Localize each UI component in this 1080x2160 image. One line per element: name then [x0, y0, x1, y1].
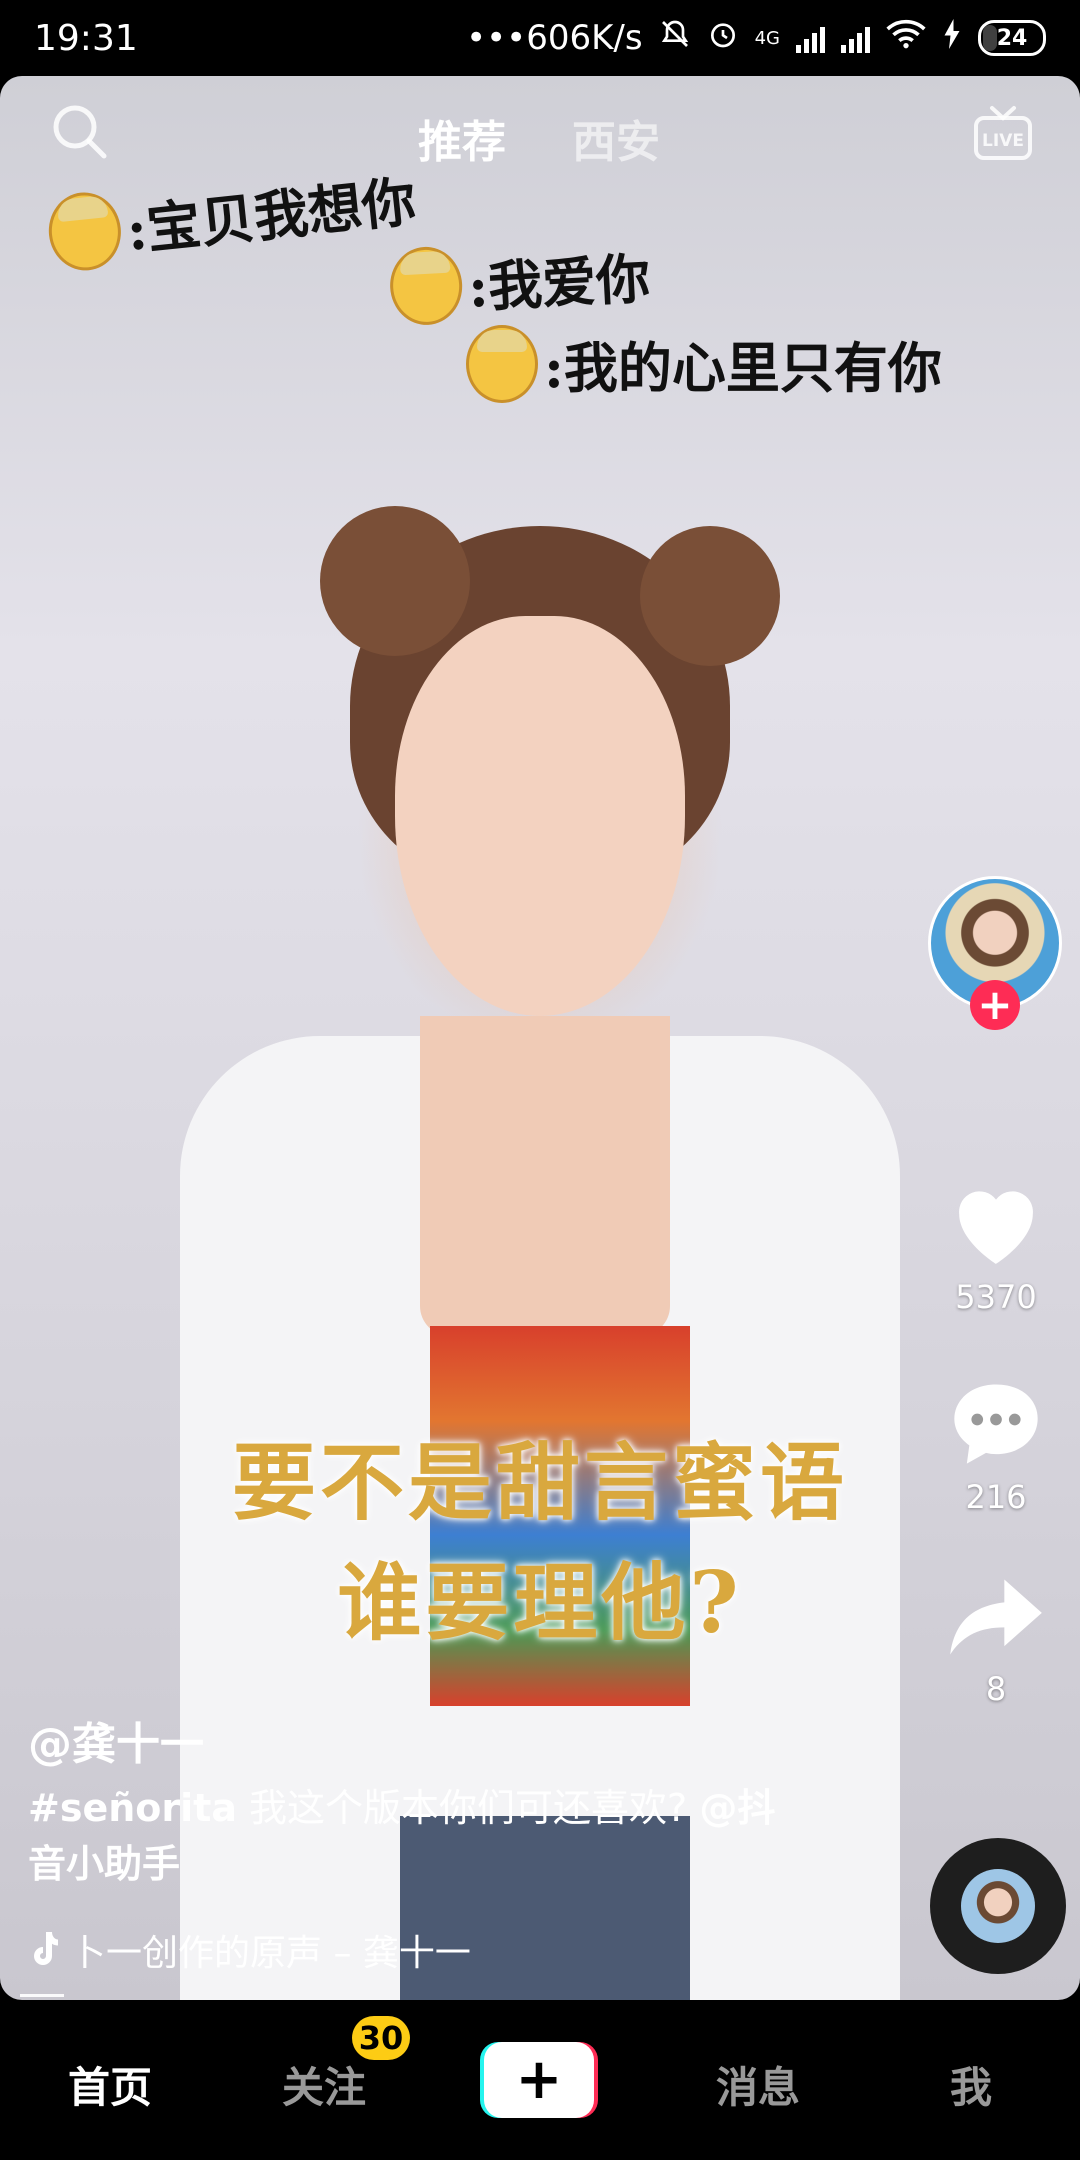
overlay-caption-3: :我的心里只有你 [466, 324, 942, 403]
status-time: 19:31 [34, 17, 138, 59]
music-disc-cover [961, 1869, 1035, 1943]
charging-icon [942, 18, 962, 58]
video-figure-bun-left [320, 506, 470, 656]
share-count: 8 [985, 1670, 1007, 1708]
overlay-caption-2: :我爱你 [388, 234, 652, 327]
follow-button[interactable]: + [970, 980, 1020, 1030]
search-icon[interactable] [48, 100, 112, 164]
tab-messages[interactable]: 消息 [716, 2054, 800, 2115]
status-icons: •••606K/s 4G 24 [466, 18, 1046, 59]
tab-me[interactable]: 我 [950, 2054, 992, 2115]
create-plus-icon: + [484, 2042, 594, 2118]
svg-text:LIVE: LIVE [982, 131, 1024, 151]
share-button[interactable]: 8 [938, 1574, 1054, 1708]
author-avatar[interactable]: + [928, 876, 1062, 1030]
share-icon [950, 1579, 1042, 1655]
music-title: 卜一创作的原声 – 龚十一 [70, 1933, 471, 1974]
post-description: #señorita 我这个版本你们可还喜欢? @抖音小助手 [28, 1780, 788, 1892]
tab-recommend[interactable]: 推荐 [418, 106, 506, 170]
top-nav: 推荐 西安 LIVE [0, 76, 1080, 196]
music-disc[interactable] [930, 1838, 1066, 1974]
comment-icon [954, 1384, 1038, 1464]
comment-button[interactable]: 216 [938, 1376, 1054, 1516]
music-info[interactable]: 卜一创作的原声 – 龚十一 [28, 1924, 471, 1976]
live-icon[interactable]: LIVE [972, 102, 1034, 164]
description-text: 我这个版本你们可还喜欢? [236, 1786, 700, 1830]
like-button[interactable]: 5370 [938, 1178, 1054, 1316]
alarm-icon [707, 18, 739, 59]
bottom-tab-bar: 首页 关注 30 + 消息 我 [0, 2000, 1080, 2160]
network-type: 4G [754, 27, 780, 49]
heart-icon [959, 1191, 1033, 1264]
video-figure-bun-right [640, 526, 780, 666]
tab-city[interactable]: 西安 [572, 106, 660, 170]
status-bar: 19:31 •••606K/s 4G 24 [0, 0, 1080, 76]
mute-icon [659, 18, 691, 59]
signal-icon [796, 23, 825, 53]
video-subtitle-line-1: 要不是甜言蜜语 [231, 1433, 848, 1532]
video-figure-face [395, 616, 685, 1016]
like-count: 5370 [955, 1278, 1037, 1316]
video-progress-bar [20, 1994, 64, 1997]
network-speed: •••606K/s [466, 18, 643, 58]
video-figure-neck [420, 1016, 670, 1336]
create-button[interactable]: + [480, 2042, 598, 2118]
comment-count: 216 [965, 1478, 1027, 1516]
follow-badge: 30 [352, 2016, 410, 2060]
man-emoji-icon [388, 244, 465, 327]
signal-icon-2 [841, 23, 870, 53]
battery-indicator: 24 [978, 20, 1046, 56]
tab-home[interactable]: 首页 [68, 2054, 152, 2115]
author-name[interactable]: @龚十一 [28, 1708, 204, 1772]
battery-level: 24 [996, 25, 1028, 51]
man-emoji-icon [44, 188, 125, 274]
music-note-icon [34, 1932, 58, 1965]
man-emoji-icon [466, 324, 538, 403]
video-subtitle-line-2: 谁要理他? [337, 1553, 743, 1652]
tab-follow[interactable]: 关注 [282, 2054, 366, 2115]
plus-icon: + [977, 980, 1013, 1029]
hashtag-link[interactable]: #señorita [28, 1786, 237, 1830]
video-player[interactable]: :宝贝我想你 :我爱你 :我的心里只有你 要不是甜言蜜语 谁要理他? 推荐 西安… [0, 76, 1080, 2000]
wifi-icon [886, 18, 926, 58]
